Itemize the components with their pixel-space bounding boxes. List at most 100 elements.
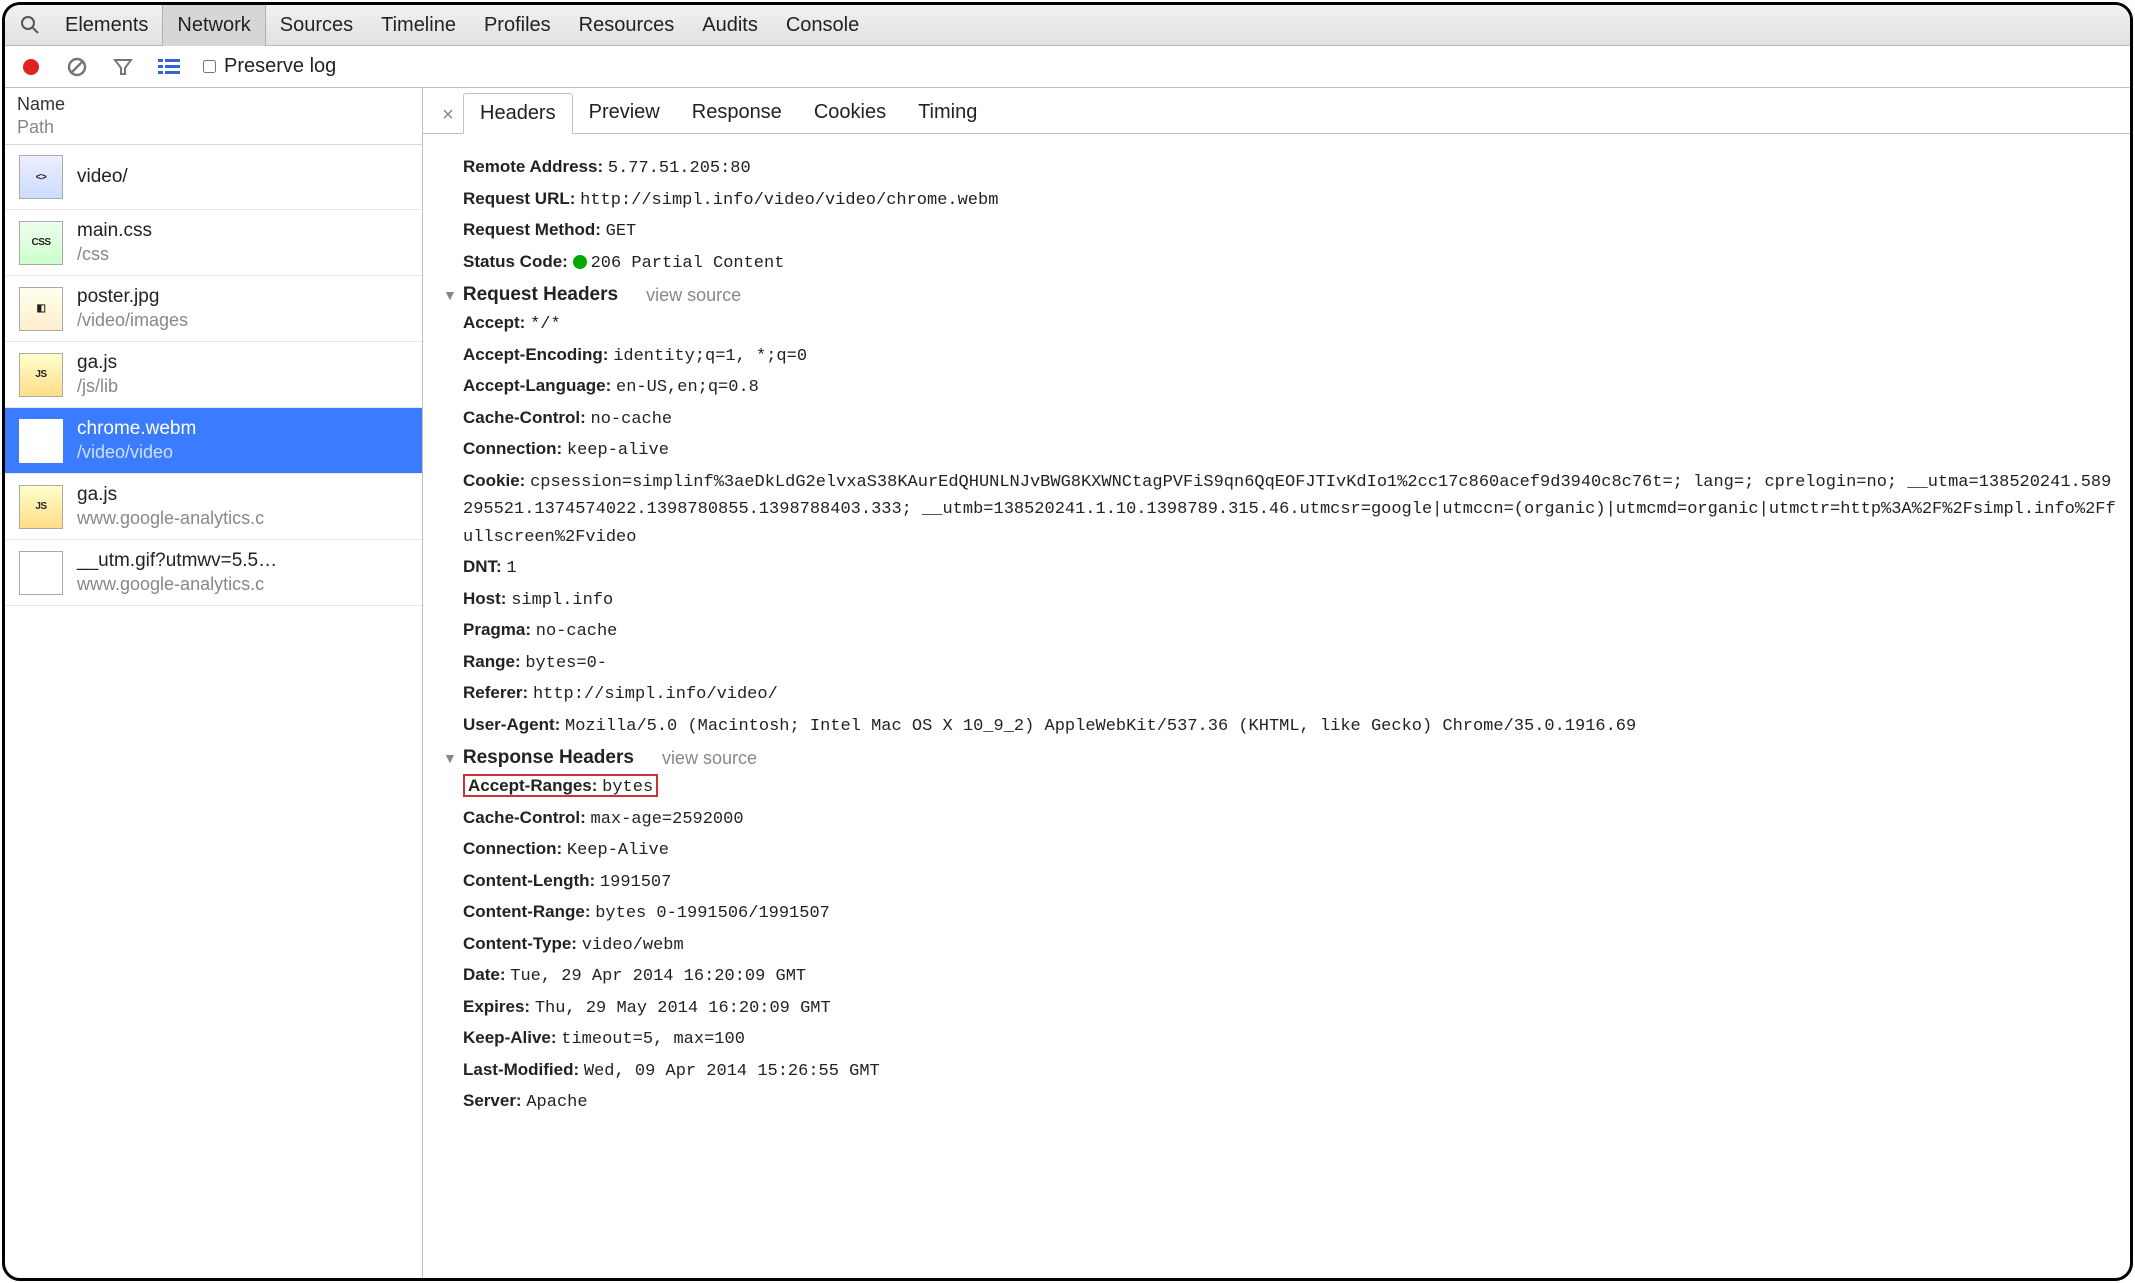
request-name: main.css (77, 220, 152, 242)
request-name: ga.js (77, 484, 264, 506)
accept-language-label: Accept-Language: (463, 376, 611, 395)
referer-label: Referer: (463, 683, 528, 702)
request-row[interactable]: __utm.gif?utmwv=5.5…www.google-analytics… (5, 540, 422, 606)
res-connection-label: Connection: (463, 839, 562, 858)
detail-tab-headers[interactable]: Headers (463, 93, 573, 134)
file-css-icon: CSS (19, 221, 63, 265)
request-row[interactable]: <> video/ (5, 145, 422, 210)
host-label: Host: (463, 589, 506, 608)
file-vid-icon (19, 419, 63, 463)
request-list: Name Path <> video/CSS main.css/css ◧ poster… (5, 88, 423, 1278)
pragma-value: no-cache (536, 622, 618, 641)
request-name: poster.jpg (77, 286, 188, 308)
user-agent-value: Mozilla/5.0 (Macintosh; Intel Mac OS X 1… (565, 717, 1636, 736)
col-path: Path (17, 117, 410, 138)
accept-encoding-value: identity;q=1, *;q=0 (613, 347, 807, 366)
col-name: Name (17, 94, 410, 115)
tab-sources[interactable]: Sources (266, 5, 367, 46)
record-icon[interactable] (19, 55, 43, 79)
content-length-label: Content-Length: (463, 871, 595, 890)
request-row[interactable]: JSga.js/js/lib (5, 342, 422, 408)
tab-resources[interactable]: Resources (565, 5, 689, 46)
content-range-label: Content-Range: (463, 902, 590, 921)
status-dot-icon (573, 255, 587, 269)
status-code-label: Status Code: (463, 252, 568, 271)
last-modified-value: Wed, 09 Apr 2014 15:26:55 GMT (584, 1062, 880, 1081)
host-value: simpl.info (511, 591, 613, 610)
request-path: /video/images (77, 310, 188, 331)
request-path: www.google-analytics.c (77, 574, 277, 595)
tab-profiles[interactable]: Profiles (470, 5, 565, 46)
file-gif-icon (19, 551, 63, 595)
triangle-down-icon: ▼ (443, 750, 457, 766)
preserve-log-label: Preserve log (224, 55, 336, 78)
accept-value: */* (530, 315, 561, 334)
tab-audits[interactable]: Audits (688, 5, 772, 46)
accept-ranges-value: bytes (602, 778, 653, 797)
request-row[interactable]: ◧ poster.jpg/video/images (5, 276, 422, 342)
request-path: /css (77, 244, 152, 265)
accept-ranges-highlight: Accept-Ranges: bytes (463, 774, 658, 797)
preserve-log-input[interactable] (203, 60, 216, 73)
detail-tab-response[interactable]: Response (676, 93, 798, 133)
list-icon[interactable] (157, 55, 181, 79)
request-url-label: Request URL: (463, 189, 575, 208)
file-img-icon: ◧ (19, 287, 63, 331)
dnt-value: 1 (506, 559, 516, 578)
expires-label: Expires: (463, 997, 530, 1016)
tab-timeline[interactable]: Timeline (367, 5, 470, 46)
cookie-value: cpsession=simplinf%3aeDkLdG2elvxaS38KAur… (463, 473, 2116, 547)
pragma-label: Pragma: (463, 620, 531, 639)
preserve-log-checkbox[interactable]: Preserve log (203, 55, 336, 78)
cache-control-label: Cache-Control: (463, 408, 586, 427)
request-name: chrome.webm (77, 418, 196, 440)
view-source-link[interactable]: view source (646, 285, 741, 306)
res-cache-control-value: max-age=2592000 (591, 810, 744, 829)
server-value: Apache (526, 1093, 587, 1112)
detail-tab-preview[interactable]: Preview (573, 93, 676, 133)
content-type-label: Content-Type: (463, 934, 577, 953)
last-modified-label: Last-Modified: (463, 1060, 579, 1079)
request-row[interactable]: chrome.webm/video/video (5, 408, 422, 474)
request-name: video/ (77, 166, 128, 188)
tab-elements[interactable]: Elements (51, 5, 162, 46)
request-url-value: http://simpl.info/video/video/chrome.web… (580, 191, 998, 210)
keep-alive-label: Keep-Alive: (463, 1028, 557, 1047)
request-headers-section[interactable]: ▼Request Headersview source (443, 284, 2130, 306)
content-range-value: bytes 0-1991506/1991507 (595, 904, 830, 923)
file-js-icon: JS (19, 353, 63, 397)
file-html-icon: <> (19, 155, 63, 199)
remote-address-value: 5.77.51.205:80 (608, 159, 751, 178)
devtools-tabbar: ElementsNetworkSourcesTimelineProfilesRe… (5, 5, 2130, 46)
request-path: www.google-analytics.c (77, 508, 264, 529)
connection-value: keep-alive (567, 441, 669, 460)
cookie-label: Cookie: (463, 471, 525, 490)
search-icon[interactable] (19, 14, 41, 36)
content-length-value: 1991507 (600, 873, 671, 892)
detail-tab-cookies[interactable]: Cookies (798, 93, 902, 133)
keep-alive-value: timeout=5, max=100 (561, 1030, 745, 1049)
cache-control-value: no-cache (591, 410, 673, 429)
server-label: Server: (463, 1091, 522, 1110)
accept-label: Accept: (463, 313, 525, 332)
request-row[interactable]: CSS main.css/css (5, 210, 422, 276)
request-method-label: Request Method: (463, 220, 601, 239)
accept-encoding-label: Accept-Encoding: (463, 345, 608, 364)
detail-tab-timing[interactable]: Timing (902, 93, 993, 133)
view-source-link[interactable]: view source (662, 748, 757, 769)
network-toolbar: Preserve log (5, 46, 2130, 88)
detail-pane: × HeadersPreviewResponseCookiesTiming Re… (423, 88, 2130, 1278)
request-row[interactable]: JSga.jswww.google-analytics.c (5, 474, 422, 540)
request-method-value: GET (606, 222, 637, 241)
tab-console[interactable]: Console (772, 5, 873, 46)
list-header: Name Path (5, 88, 422, 145)
tab-network[interactable]: Network (162, 5, 265, 46)
date-label: Date: (463, 965, 506, 984)
clear-icon[interactable] (65, 55, 89, 79)
response-headers-section[interactable]: ▼Response Headersview source (443, 747, 2130, 769)
range-label: Range: (463, 652, 521, 671)
remote-address-label: Remote Address: (463, 157, 603, 176)
user-agent-label: User-Agent: (463, 715, 560, 734)
filter-icon[interactable] (111, 55, 135, 79)
close-icon[interactable]: × (433, 104, 463, 133)
